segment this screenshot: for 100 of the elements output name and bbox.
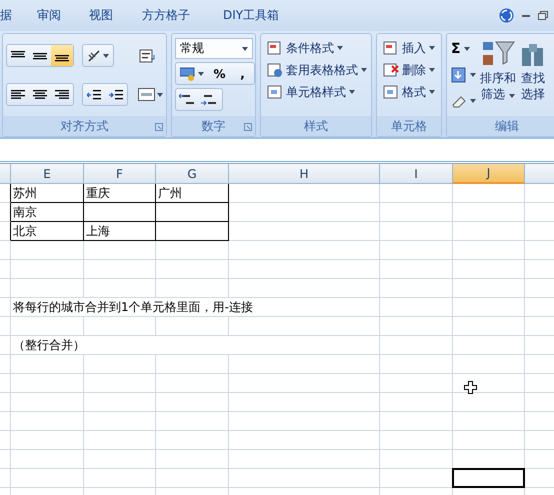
delete-cell-icon bbox=[383, 62, 399, 78]
caret-icon bbox=[361, 68, 367, 72]
cell-style-icon bbox=[267, 84, 283, 100]
autosum-button[interactable]: Σ bbox=[451, 39, 476, 59]
grid-cell bbox=[84, 317, 156, 336]
percent-button[interactable]: % bbox=[208, 63, 231, 84]
column-header[interactable]: F bbox=[84, 164, 156, 184]
table-cell: 重庆 bbox=[84, 184, 156, 203]
caret-icon bbox=[337, 46, 343, 50]
caret-icon bbox=[242, 46, 248, 50]
grid-cell bbox=[84, 374, 156, 393]
group-label: 编辑 bbox=[495, 118, 519, 134]
ribbon-menu-button[interactable]: 单元格样式 bbox=[267, 82, 368, 102]
grid-cell bbox=[0, 469, 11, 488]
number-format-dropdown[interactable]: 常规 bbox=[175, 38, 253, 59]
find-select-button[interactable]: 查找 选择 bbox=[520, 38, 546, 112]
grid-cell bbox=[0, 450, 11, 469]
grid-cell bbox=[0, 317, 11, 336]
grid-cell bbox=[84, 412, 156, 431]
vertical-align-button[interactable] bbox=[51, 45, 73, 66]
grid-cell bbox=[84, 279, 156, 298]
caret-icon bbox=[470, 73, 476, 77]
caret-icon bbox=[429, 46, 435, 50]
grid-cell bbox=[84, 260, 156, 279]
ribbon-menu-button[interactable]: 插入 bbox=[383, 38, 438, 58]
ribbon-tab[interactable]: 审阅 bbox=[37, 4, 61, 27]
grid-cell bbox=[0, 374, 11, 393]
grid-cell bbox=[84, 241, 156, 260]
grid-cell bbox=[84, 355, 156, 374]
insert-row-icon bbox=[383, 40, 399, 56]
table-cell: 上海 bbox=[84, 222, 156, 241]
grid-cell bbox=[0, 222, 11, 241]
increase-indent-icon bbox=[109, 88, 123, 100]
grid-cell bbox=[0, 260, 11, 279]
caret-icon bbox=[470, 99, 476, 103]
fill-button[interactable] bbox=[451, 65, 476, 85]
comma-style-button[interactable]: , bbox=[231, 63, 254, 84]
grid-cell bbox=[84, 469, 156, 488]
grid-cell bbox=[84, 450, 156, 469]
grid-cell bbox=[0, 412, 11, 431]
caret-icon bbox=[349, 90, 355, 94]
column-header[interactable]: J bbox=[453, 164, 525, 184]
table-cell: 北京 bbox=[11, 222, 84, 241]
caret-icon bbox=[429, 68, 435, 72]
column-header[interactable]: H bbox=[229, 164, 380, 184]
table-cell: 苏州 bbox=[11, 184, 84, 203]
ribbon-menu-button[interactable]: 条件格式 bbox=[267, 38, 368, 58]
grid-cell bbox=[0, 393, 11, 412]
grid-cell bbox=[84, 431, 156, 450]
group-label: 样式 bbox=[304, 118, 328, 134]
wrap-text-icon bbox=[139, 48, 155, 62]
cell-text: （整行合并） bbox=[11, 336, 380, 355]
column-header[interactable]: E bbox=[11, 164, 84, 184]
money-icon bbox=[180, 66, 196, 80]
ribbon-menu-button[interactable]: 格式 bbox=[383, 82, 438, 102]
fill-down-icon bbox=[451, 67, 467, 83]
grid-cell bbox=[84, 393, 156, 412]
decrease-decimal-icon bbox=[201, 92, 217, 106]
column-header[interactable]: I bbox=[380, 164, 453, 184]
align-right-icon bbox=[55, 88, 69, 100]
sort-filter-button[interactable]: 排序和 筛选 bbox=[480, 38, 516, 112]
grid-cell bbox=[0, 355, 11, 374]
cursor-icon bbox=[464, 381, 477, 394]
minimize-icon[interactable] bbox=[522, 14, 530, 17]
ribbon-tab[interactable]: 据 bbox=[0, 4, 12, 27]
grid-cell bbox=[0, 203, 11, 222]
merge-cells-icon bbox=[138, 88, 154, 101]
decrease-indent-icon bbox=[87, 88, 101, 100]
caret-icon bbox=[429, 90, 435, 94]
table-highlight-icon bbox=[267, 40, 283, 56]
grid-cell bbox=[0, 298, 11, 317]
table-cell: 南京 bbox=[11, 203, 84, 222]
ribbon-menu-button[interactable]: 删除 bbox=[383, 60, 438, 80]
help-icon[interactable] bbox=[499, 8, 514, 23]
group-label: 对齐方式 bbox=[60, 118, 108, 134]
diagonal-text-icon bbox=[87, 48, 101, 62]
ribbon-menu-button[interactable]: 套用表格格式 bbox=[267, 60, 368, 80]
align-left-icon bbox=[11, 88, 25, 100]
ribbon-tab[interactable]: 方方格子 bbox=[142, 4, 190, 27]
grid-cell bbox=[0, 279, 11, 298]
grid-cell bbox=[84, 203, 156, 222]
cell-text: 将每行的城市合并到1个单元格里面，用-连接 bbox=[11, 298, 380, 317]
grid-cell bbox=[0, 184, 11, 203]
column-header[interactable]: G bbox=[156, 164, 229, 184]
caret-icon bbox=[464, 47, 470, 51]
align-center-icon bbox=[33, 88, 47, 100]
grid-cell bbox=[0, 431, 11, 450]
grid-cell bbox=[0, 241, 11, 260]
table-format-icon bbox=[267, 62, 283, 78]
caret-icon bbox=[198, 72, 204, 76]
caret-icon bbox=[508, 94, 515, 98]
caret-icon bbox=[156, 92, 162, 96]
increase-decimal-icon bbox=[179, 92, 195, 106]
caret-icon bbox=[103, 54, 109, 58]
group-label: 数字 bbox=[202, 118, 226, 134]
ribbon-tab[interactable]: 视图 bbox=[89, 4, 113, 27]
ribbon-tab[interactable]: DIY工具箱 bbox=[223, 4, 280, 27]
grid-cell bbox=[0, 336, 11, 355]
format-cells-icon bbox=[383, 84, 399, 100]
restore-icon[interactable] bbox=[538, 11, 548, 20]
